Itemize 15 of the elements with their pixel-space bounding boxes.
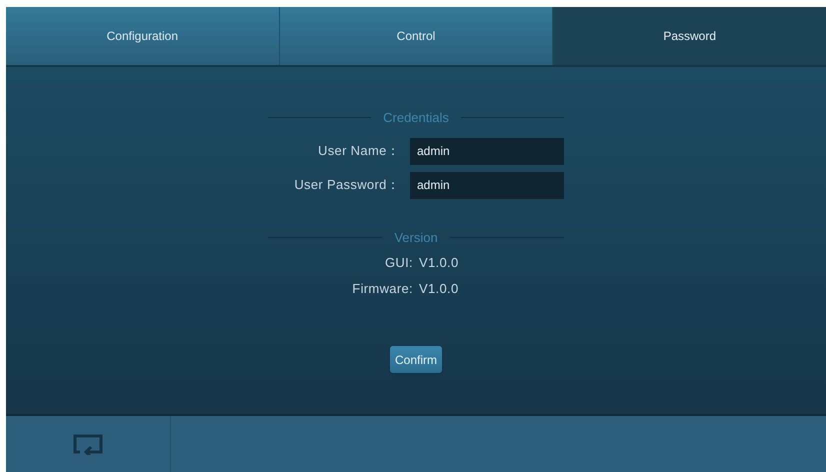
tab[interactable]: Control [280, 7, 554, 65]
version-label: Firmware: [351, 280, 413, 298]
field-label: User Name： [317, 142, 400, 160]
section-heading: Version [394, 228, 438, 246]
input-field[interactable]: admin [410, 138, 564, 164]
tab[interactable]: Password [553, 7, 826, 65]
input-field[interactable]: admin [410, 172, 564, 198]
version-label: GUI: [384, 254, 413, 272]
return-icon[interactable] [72, 433, 104, 455]
version-value: V1.0.0 [419, 280, 460, 298]
section-heading: Credentials [383, 109, 449, 127]
version-value: V1.0.0 [419, 254, 460, 272]
field-label: User Password： [293, 176, 400, 194]
confirm-button[interactable]: Confirm [390, 346, 442, 373]
tab[interactable]: Configuration [6, 7, 280, 65]
